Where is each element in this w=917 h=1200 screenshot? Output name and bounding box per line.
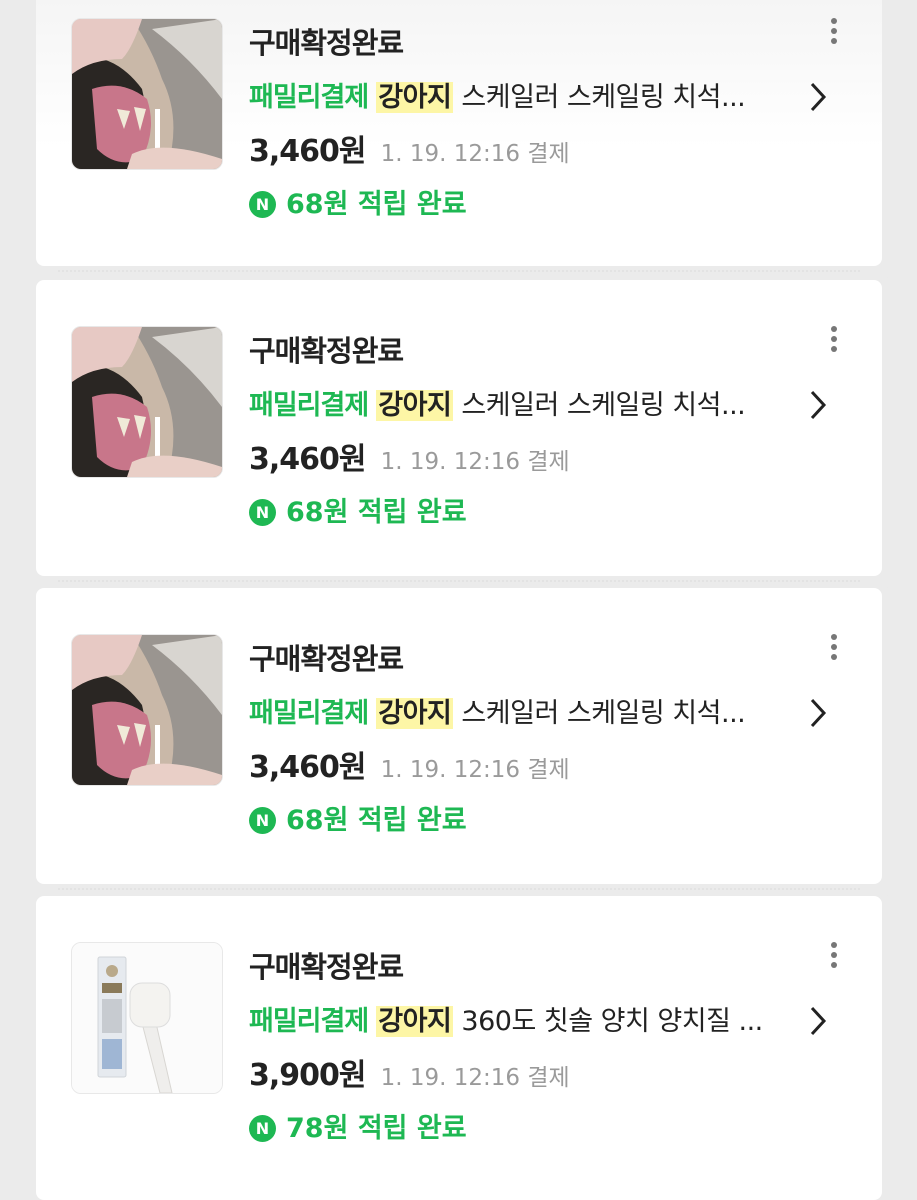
more-vertical-icon[interactable] [824,630,844,670]
more-vertical-icon[interactable] [824,322,844,362]
price-row: 3,900원 1. 19. 12:16 결제 [249,1050,570,1094]
chevron-right-icon[interactable] [806,80,830,114]
points-reward: N 78원 적립 완료 [249,1106,467,1145]
product-name: 스케일러 스케일링 치석... [461,390,746,421]
dog-teeth-photo [72,327,222,477]
keyword-highlight: 강아지 [376,82,454,113]
keyword-highlight: 강아지 [376,698,454,729]
order-card[interactable]: 구매확정완료 패밀리결제 강아지 스케일러 스케일링 치석... 3,460원 … [28,0,890,280]
product-title[interactable]: 패밀리결제 강아지 스케일러 스케일링 치석... [249,383,809,422]
card-notch [874,264,890,280]
order-card[interactable]: 구매확정완료 패밀리결제 강아지 360도 칫솔 양치 양치질 ... 3,90… [36,896,882,1200]
order-status: 구매확정완료 [249,26,404,60]
price-row: 3,460원 1. 19. 12:16 결제 [249,434,570,478]
payment-date: 1. 19. 12:16 결제 [380,449,570,475]
npay-point-icon: N [249,191,276,218]
points-reward: N 68원 적립 완료 [249,182,467,221]
payment-date: 1. 19. 12:16 결제 [380,141,570,167]
points-reward: N 68원 적립 완료 [249,490,467,529]
more-vertical-icon[interactable] [824,938,844,978]
price: 3,460원 [249,134,366,169]
reward-text: 78원 적립 완료 [286,1113,467,1144]
toothbrush-package-photo [72,943,222,1093]
family-payment-label: 패밀리결제 [249,1006,369,1037]
price: 3,460원 [249,442,366,477]
card-notch [28,264,44,280]
price-row: 3,460원 1. 19. 12:16 결제 [249,126,570,170]
npay-point-icon: N [249,499,276,526]
order-status: 구매확정완료 [249,334,404,368]
product-thumbnail[interactable] [71,942,223,1094]
order-status: 구매확정완료 [249,642,404,676]
price-row: 3,460원 1. 19. 12:16 결제 [249,742,570,786]
product-name: 스케일러 스케일링 치석... [461,698,746,729]
keyword-highlight: 강아지 [376,1006,454,1037]
npay-point-icon: N [249,1115,276,1142]
family-payment-label: 패밀리결제 [249,82,369,113]
price: 3,460원 [249,750,366,785]
reward-text: 68원 적립 완료 [286,805,467,836]
product-name: 360도 칫솔 양치 양치질 ... [461,1006,763,1037]
chevron-right-icon[interactable] [806,1004,830,1038]
more-vertical-icon[interactable] [824,14,844,54]
reward-text: 68원 적립 완료 [286,497,467,528]
chevron-right-icon[interactable] [806,388,830,422]
npay-point-icon: N [249,807,276,834]
product-title[interactable]: 패밀리결제 강아지 스케일러 스케일링 치석... [249,691,809,730]
order-list: 구매확정완료 패밀리결제 강아지 스케일러 스케일링 치석... 3,460원 … [28,0,890,1200]
dog-teeth-photo [72,635,222,785]
order-status: 구매확정완료 [249,950,404,984]
product-title[interactable]: 패밀리결제 강아지 스케일러 스케일링 치석... [249,75,809,114]
product-name: 스케일러 스케일링 치석... [461,82,746,113]
product-thumbnail[interactable] [71,326,223,478]
family-payment-label: 패밀리결제 [249,390,369,421]
price: 3,900원 [249,1058,366,1093]
family-payment-label: 패밀리결제 [249,698,369,729]
product-thumbnail[interactable] [71,634,223,786]
product-title[interactable]: 패밀리결제 강아지 360도 칫솔 양치 양치질 ... [249,999,809,1038]
payment-date: 1. 19. 12:16 결제 [380,757,570,783]
order-card[interactable]: 구매확정완료 패밀리결제 강아지 스케일러 스케일링 치석... 3,460원 … [28,280,890,590]
payment-date: 1. 19. 12:16 결제 [380,1065,570,1091]
reward-text: 68원 적립 완료 [286,189,467,220]
keyword-highlight: 강아지 [376,390,454,421]
chevron-right-icon[interactable] [806,696,830,730]
points-reward: N 68원 적립 완료 [249,798,467,837]
product-thumbnail[interactable] [71,18,223,170]
order-card[interactable]: 구매확정완료 패밀리결제 강아지 스케일러 스케일링 치석... 3,460원 … [28,588,890,898]
dog-teeth-photo [72,19,222,169]
